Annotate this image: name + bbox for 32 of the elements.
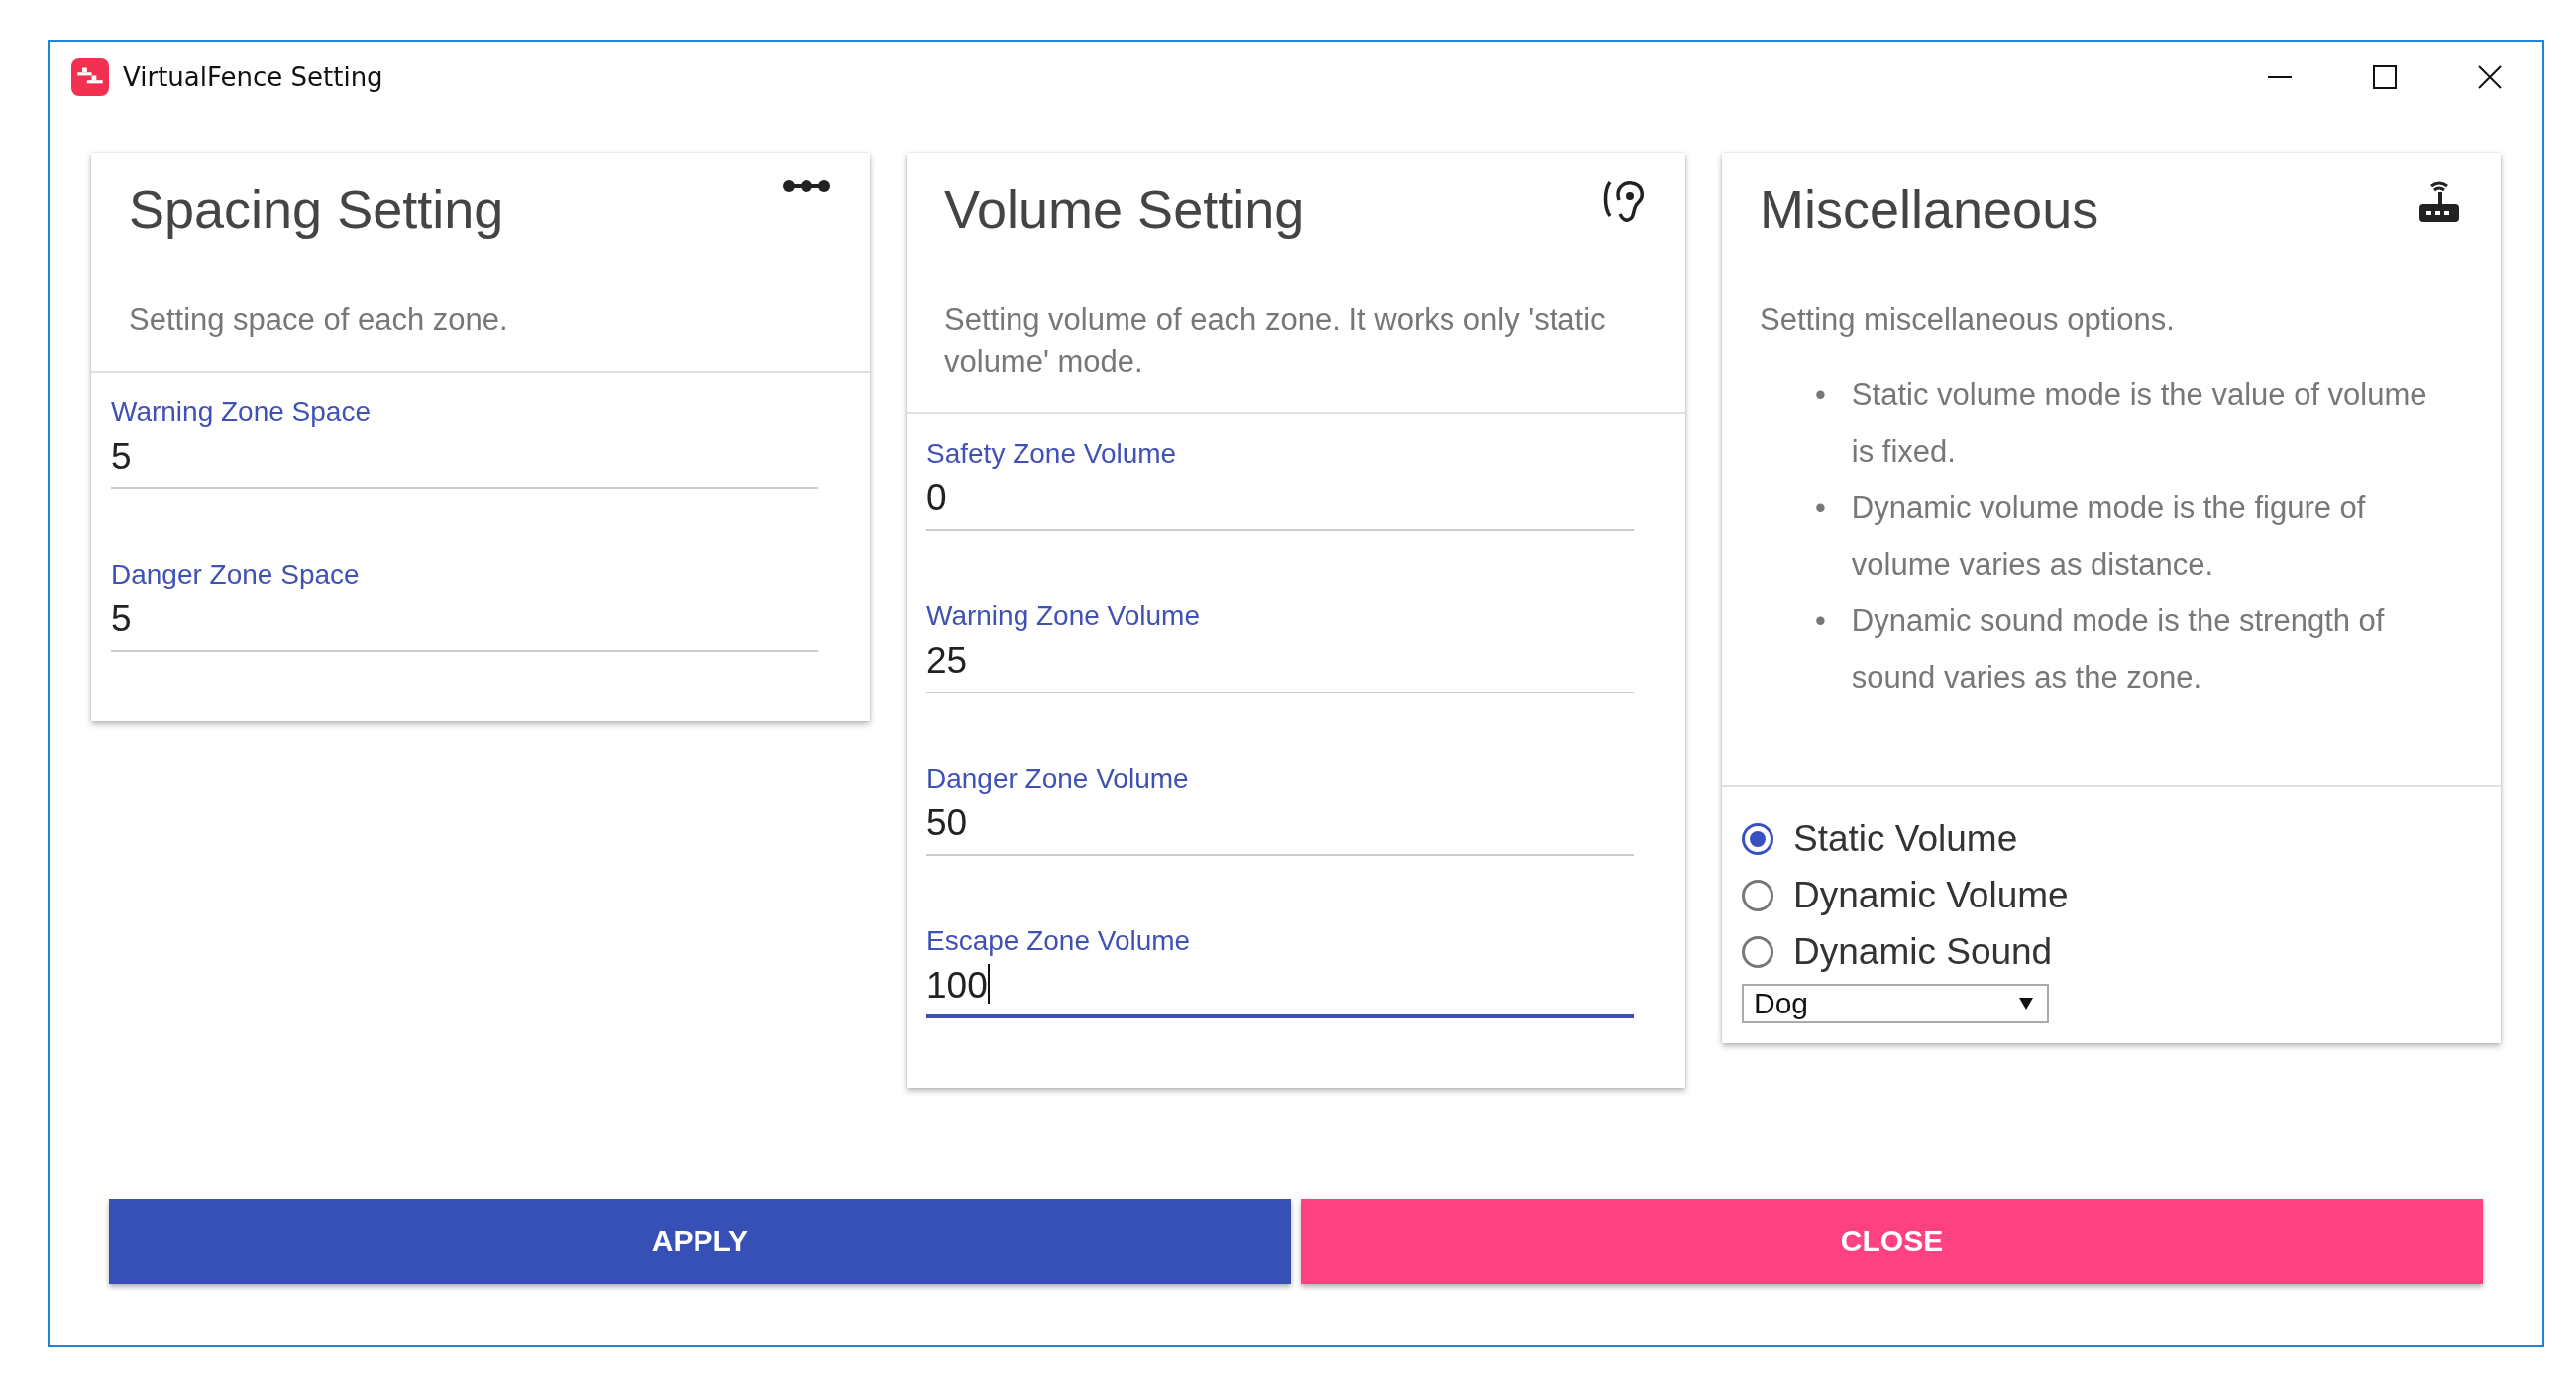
card-title: Spacing Setting: [129, 178, 504, 240]
bullet-mark: •: [1815, 489, 1826, 527]
radio-label[interactable]: Dynamic Sound: [1793, 930, 2053, 973]
input-field[interactable]: Danger Zone Volume 50: [926, 759, 1634, 856]
radio-label[interactable]: Dynamic Volume: [1793, 874, 2069, 916]
caret-icon: [2019, 998, 2033, 1010]
sound-dropdown[interactable]: Dog: [1742, 984, 2049, 1023]
radio-button[interactable]: [1742, 822, 1773, 855]
note-item: Dynamic sound mode is the strength of sound varies as the zone.: [1851, 602, 2386, 696]
app-icon: [71, 58, 109, 96]
input-field[interactable]: Safety Zone Volume 0: [926, 434, 1634, 531]
card-description: Setting miscellaneous options.: [1760, 301, 2176, 339]
note-item: Dynamic volume mode is the figure of volume varies as distance.: [1851, 489, 2367, 584]
radio-label[interactable]: Static Volume: [1793, 817, 2018, 860]
note-item: Static volume mode is the value of volume is fixed.: [1851, 376, 2428, 471]
apply-button[interactable]: APPLY: [109, 1199, 1291, 1284]
bullet-mark: •: [1815, 376, 1826, 414]
bullet-mark: •: [1815, 602, 1826, 640]
input-field[interactable]: Escape Zone Volume 100: [926, 921, 1634, 1018]
card-title: Volume Setting: [944, 178, 1305, 240]
card-title: Miscellaneous: [1760, 178, 2099, 240]
card-description: Setting space of each zone.: [129, 301, 509, 339]
radio-button[interactable]: [1742, 879, 1773, 911]
card-description: Setting volume of each zone. It works only 'static volume' mode.: [944, 301, 1607, 380]
dots-line-icon: [783, 178, 830, 194]
radio-button[interactable]: [1742, 935, 1773, 968]
input-field[interactable]: Warning Zone Space 5: [111, 392, 818, 489]
input-field[interactable]: Warning Zone Volume 25: [926, 596, 1634, 693]
window-title: VirtualFence Setting: [123, 62, 383, 92]
close-icon[interactable]: [2477, 64, 2503, 90]
maximize-icon[interactable]: [2372, 64, 2398, 90]
input-field[interactable]: Danger Zone Space 5: [111, 555, 818, 652]
